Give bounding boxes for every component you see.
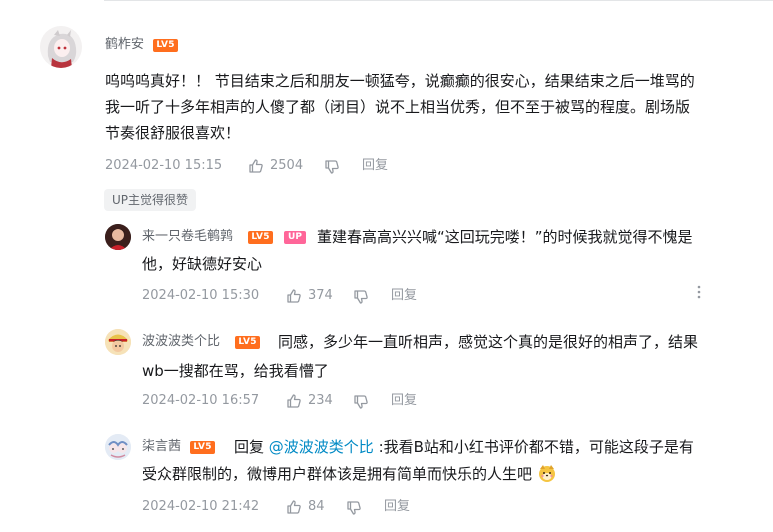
reply-button[interactable]: 回复 xyxy=(362,158,388,174)
avatar[interactable] xyxy=(105,224,131,250)
top-divider xyxy=(104,0,773,1)
up-liked-tag: UP主觉得很赞 xyxy=(104,189,197,211)
reply-line: 回复 @波波波类个比 :我看B站和小红书评价都不错，可能这段子是有 xyxy=(142,434,762,460)
reply-time: 2024-02-10 16:57 xyxy=(142,393,260,408)
like-count: 374 xyxy=(308,288,333,303)
reply-line: 董建春高高兴兴喊“这回玩完喽！”的时候我就觉得不愧是 xyxy=(317,228,693,246)
reply-line: 同感，多少年一直听相声，感觉这个真的是很好的相声了，结果 xyxy=(278,333,699,351)
reply-prefix: 回复 xyxy=(234,438,269,456)
reply-text-line2: 受众群限制的，微博用户群体该是拥有简单而快乐的人生吧 xyxy=(142,465,533,483)
comment-line: 我一听了十多年相声的人傻了都（闭目）说不上相当优秀，但不至于被骂的程度。剧场版 xyxy=(105,98,691,116)
reply-time: 2024-02-10 21:42 xyxy=(142,499,260,514)
avatar[interactable] xyxy=(105,434,131,460)
comment-line: 节奏很舒服很喜欢！ xyxy=(105,124,241,142)
reply-line: wb一搜都在骂，给我看懵了 xyxy=(142,362,329,380)
reply-time: 2024-02-10 15:30 xyxy=(142,288,260,303)
reply-text: 同感，多少年一直听相声，感觉这个真的是很好的相声了，结果 wb一搜都在骂，给我看… xyxy=(142,329,762,384)
thumb-down-icon[interactable] xyxy=(353,394,369,410)
avatar[interactable] xyxy=(105,329,131,355)
thumb-up-icon[interactable] xyxy=(248,158,264,174)
like-count: 234 xyxy=(308,393,333,408)
comment-line: 呜呜呜真好！！ 节目结束之后和朋友一顿猛夸，说癫癫的很安心，结果结束之后一堆骂的 xyxy=(105,72,695,90)
thumb-down-icon[interactable] xyxy=(353,289,369,305)
more-vertical-icon[interactable] xyxy=(694,284,704,300)
like-count: 2504 xyxy=(270,158,304,173)
thumb-down-icon[interactable] xyxy=(324,159,340,175)
reply-button[interactable]: 回复 xyxy=(391,393,417,409)
thumb-up-icon[interactable] xyxy=(286,393,302,409)
reply-button[interactable]: 回复 xyxy=(391,288,417,304)
thumb-up-icon[interactable] xyxy=(286,288,302,304)
level-badge: LV5 xyxy=(153,39,178,52)
thumb-up-icon[interactable] xyxy=(286,499,302,515)
like-count: 84 xyxy=(308,499,325,514)
doge-emoji-icon xyxy=(538,465,555,482)
reply-line: 受众群限制的，微博用户群体该是拥有简单而快乐的人生吧 xyxy=(142,461,762,487)
thumb-down-icon[interactable] xyxy=(346,500,362,516)
reply-text: 回复 @波波波类个比 :我看B站和小红书评价都不错，可能这段子是有 受众群限制的… xyxy=(142,434,762,487)
reply-text-rest: :我看B站和小红书评价都不错，可能这段子是有 xyxy=(373,438,694,456)
username[interactable]: 鹤柞安 xyxy=(105,37,144,53)
mention-link[interactable]: @波波波类个比 xyxy=(269,438,374,456)
reply-line: 他，好缺德好安心 xyxy=(142,255,263,273)
avatar[interactable] xyxy=(40,26,82,68)
reply-text: 董建春高高兴兴喊“这回玩完喽！”的时候我就觉得不愧是 他，好缺德好安心 xyxy=(142,224,762,277)
reply-button[interactable]: 回复 xyxy=(384,499,410,515)
comment-time: 2024-02-10 15:15 xyxy=(105,158,223,173)
comment-text: 呜呜呜真好！！ 节目结束之后和朋友一顿猛夸，说癫癫的很安心，结果结束之后一堆骂的… xyxy=(105,68,765,146)
